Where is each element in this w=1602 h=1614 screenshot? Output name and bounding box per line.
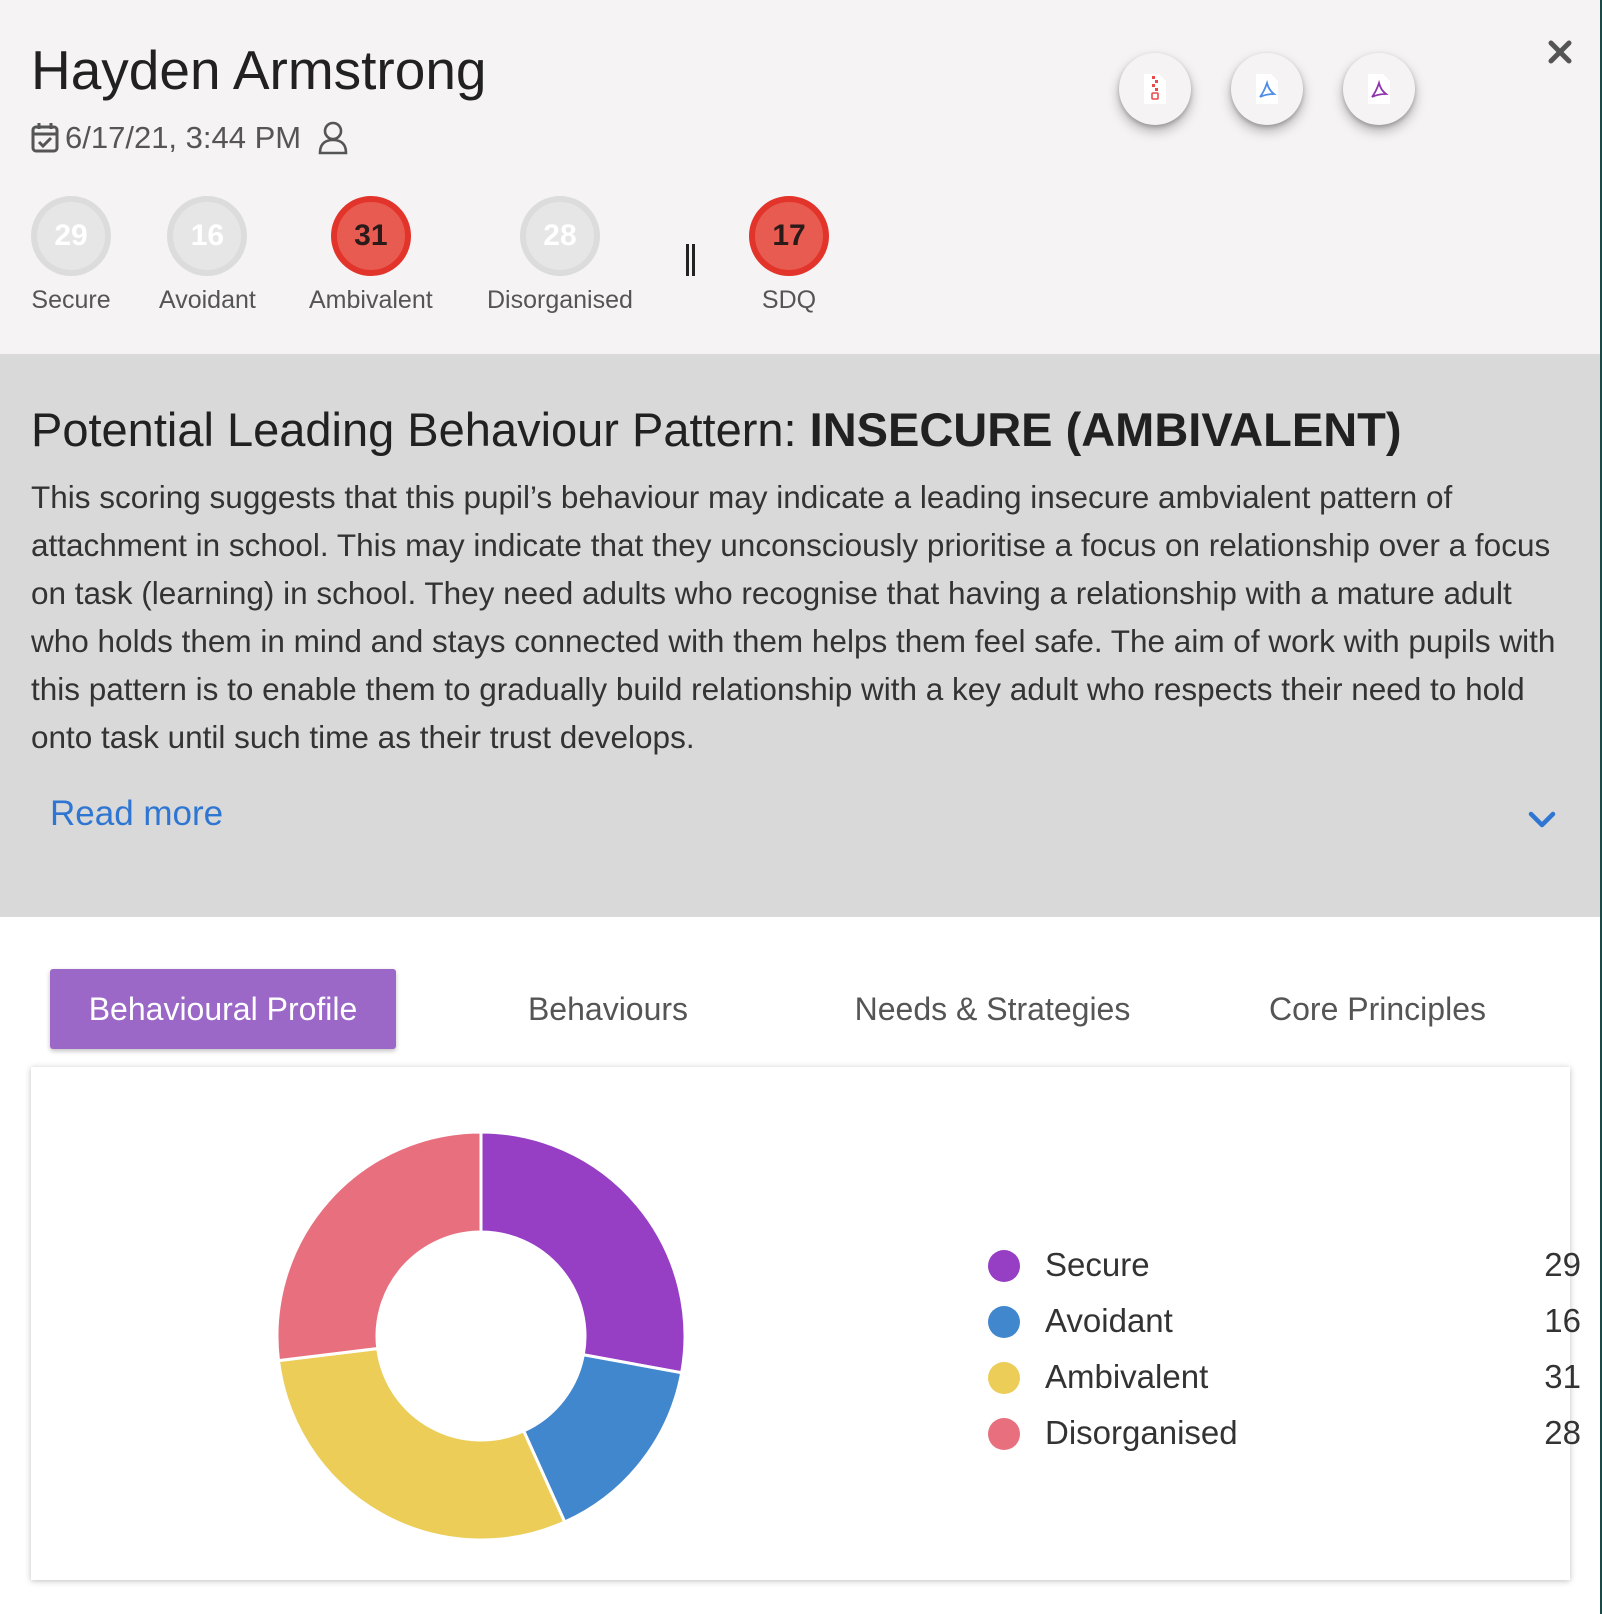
score-secure: 29 Secure xyxy=(31,196,111,315)
tab-bar: Behavioural Profile Behaviours Needs & S… xyxy=(0,917,1600,1067)
legend-dot xyxy=(988,1306,1020,1338)
zip-file-icon xyxy=(1142,73,1168,105)
legend-label: Disorganised xyxy=(1045,1414,1238,1451)
legend-item-disorganised[interactable]: Disorganised 28 xyxy=(956,1407,1581,1463)
score-badge: 29 xyxy=(31,196,111,276)
donut-slice-secure[interactable] xyxy=(479,1130,687,1375)
modal-header: Hayden Armstrong 6/17/21, 3:44 PM 29 Sec… xyxy=(0,0,1600,354)
pattern-description: This scoring suggests that this pupil’s … xyxy=(31,479,1556,755)
tab-behavioural-profile[interactable]: Behavioural Profile xyxy=(50,969,396,1049)
score-ambivalent: 31 Ambivalent xyxy=(309,196,433,315)
calendar-check-icon xyxy=(31,122,59,154)
legend-label: Avoidant xyxy=(1045,1302,1173,1339)
donut-slice-ambivalent[interactable] xyxy=(276,1346,567,1542)
close-icon xyxy=(1548,40,1572,69)
behavioural-profile-card: Secure 29 Avoidant 16 Ambivalent 31 Disorganis… xyxy=(31,1067,1581,1580)
score-disorganised: 28 Disorganised xyxy=(487,196,633,315)
chart-legend: Secure 29 Avoidant 16 Ambivalent 31 Disorganis… xyxy=(956,1239,1581,1463)
score-label: Disorganised xyxy=(487,286,633,314)
legend-dot xyxy=(988,1362,1020,1394)
tab-core-principles[interactable]: Core Principles xyxy=(1230,969,1525,1049)
score-sdq: 17 SDQ xyxy=(749,196,829,315)
pdf-download-button[interactable] xyxy=(1231,53,1303,125)
user-icon[interactable] xyxy=(317,121,349,155)
pattern-title-prefix: Potential Leading Behaviour Pattern: xyxy=(31,403,810,456)
chevron-down-icon[interactable] xyxy=(1524,802,1560,838)
student-name: Hayden Armstrong xyxy=(31,39,487,101)
score-avoidant: 16 Avoidant xyxy=(159,196,256,315)
legend-item-avoidant[interactable]: Avoidant 16 xyxy=(956,1295,1581,1351)
legend-value: 29 xyxy=(1544,1246,1581,1283)
zip-download-button[interactable] xyxy=(1119,53,1191,125)
score-divider xyxy=(686,244,696,276)
legend-item-ambivalent[interactable]: Ambivalent 31 xyxy=(956,1351,1581,1407)
donut-slice-disorganised[interactable] xyxy=(275,1130,483,1363)
legend-dot xyxy=(988,1418,1020,1450)
tab-needs-strategies[interactable]: Needs & Strategies xyxy=(830,969,1155,1049)
legend-value: 16 xyxy=(1544,1302,1581,1339)
legend-label: Ambivalent xyxy=(1045,1358,1209,1395)
read-more-link[interactable]: Read more xyxy=(50,794,223,834)
score-label: SDQ xyxy=(761,286,817,314)
legend-value: 31 xyxy=(1544,1358,1581,1395)
tab-behaviours[interactable]: Behaviours xyxy=(478,969,738,1049)
profile-donut-chart xyxy=(275,1130,687,1542)
pdf-file-icon xyxy=(1254,73,1280,105)
score-label: Avoidant xyxy=(159,286,256,314)
score-badge: 16 xyxy=(167,196,248,276)
assessment-date: 6/17/21, 3:44 PM xyxy=(65,120,302,155)
legend-label: Secure xyxy=(1045,1246,1150,1283)
legend-item-secure[interactable]: Secure 29 xyxy=(956,1239,1581,1295)
assessment-meta: 6/17/21, 3:44 PM xyxy=(31,116,349,160)
student-profile-modal: Hayden Armstrong 6/17/21, 3:44 PM 29 Sec… xyxy=(0,0,1600,1614)
legend-value: 28 xyxy=(1544,1414,1581,1451)
score-label: Ambivalent xyxy=(309,286,433,314)
pattern-title-value: INSECURE (AMBIVALENT) xyxy=(809,403,1402,456)
score-badge: 17 xyxy=(749,196,829,276)
legend-dot xyxy=(988,1250,1020,1282)
pdf-report-button[interactable] xyxy=(1343,53,1415,125)
pattern-title: Potential Leading Behaviour Pattern: INS… xyxy=(31,402,1402,457)
score-label: Secure xyxy=(31,286,111,314)
close-button[interactable] xyxy=(1542,36,1578,72)
score-badge: 31 xyxy=(330,196,411,276)
profile-content: Behavioural Profile Behaviours Needs & S… xyxy=(0,917,1600,1614)
score-badge: 28 xyxy=(519,196,600,276)
behaviour-pattern-panel: Potential Leading Behaviour Pattern: INS… xyxy=(0,354,1600,917)
pdf-file-icon xyxy=(1366,73,1392,105)
